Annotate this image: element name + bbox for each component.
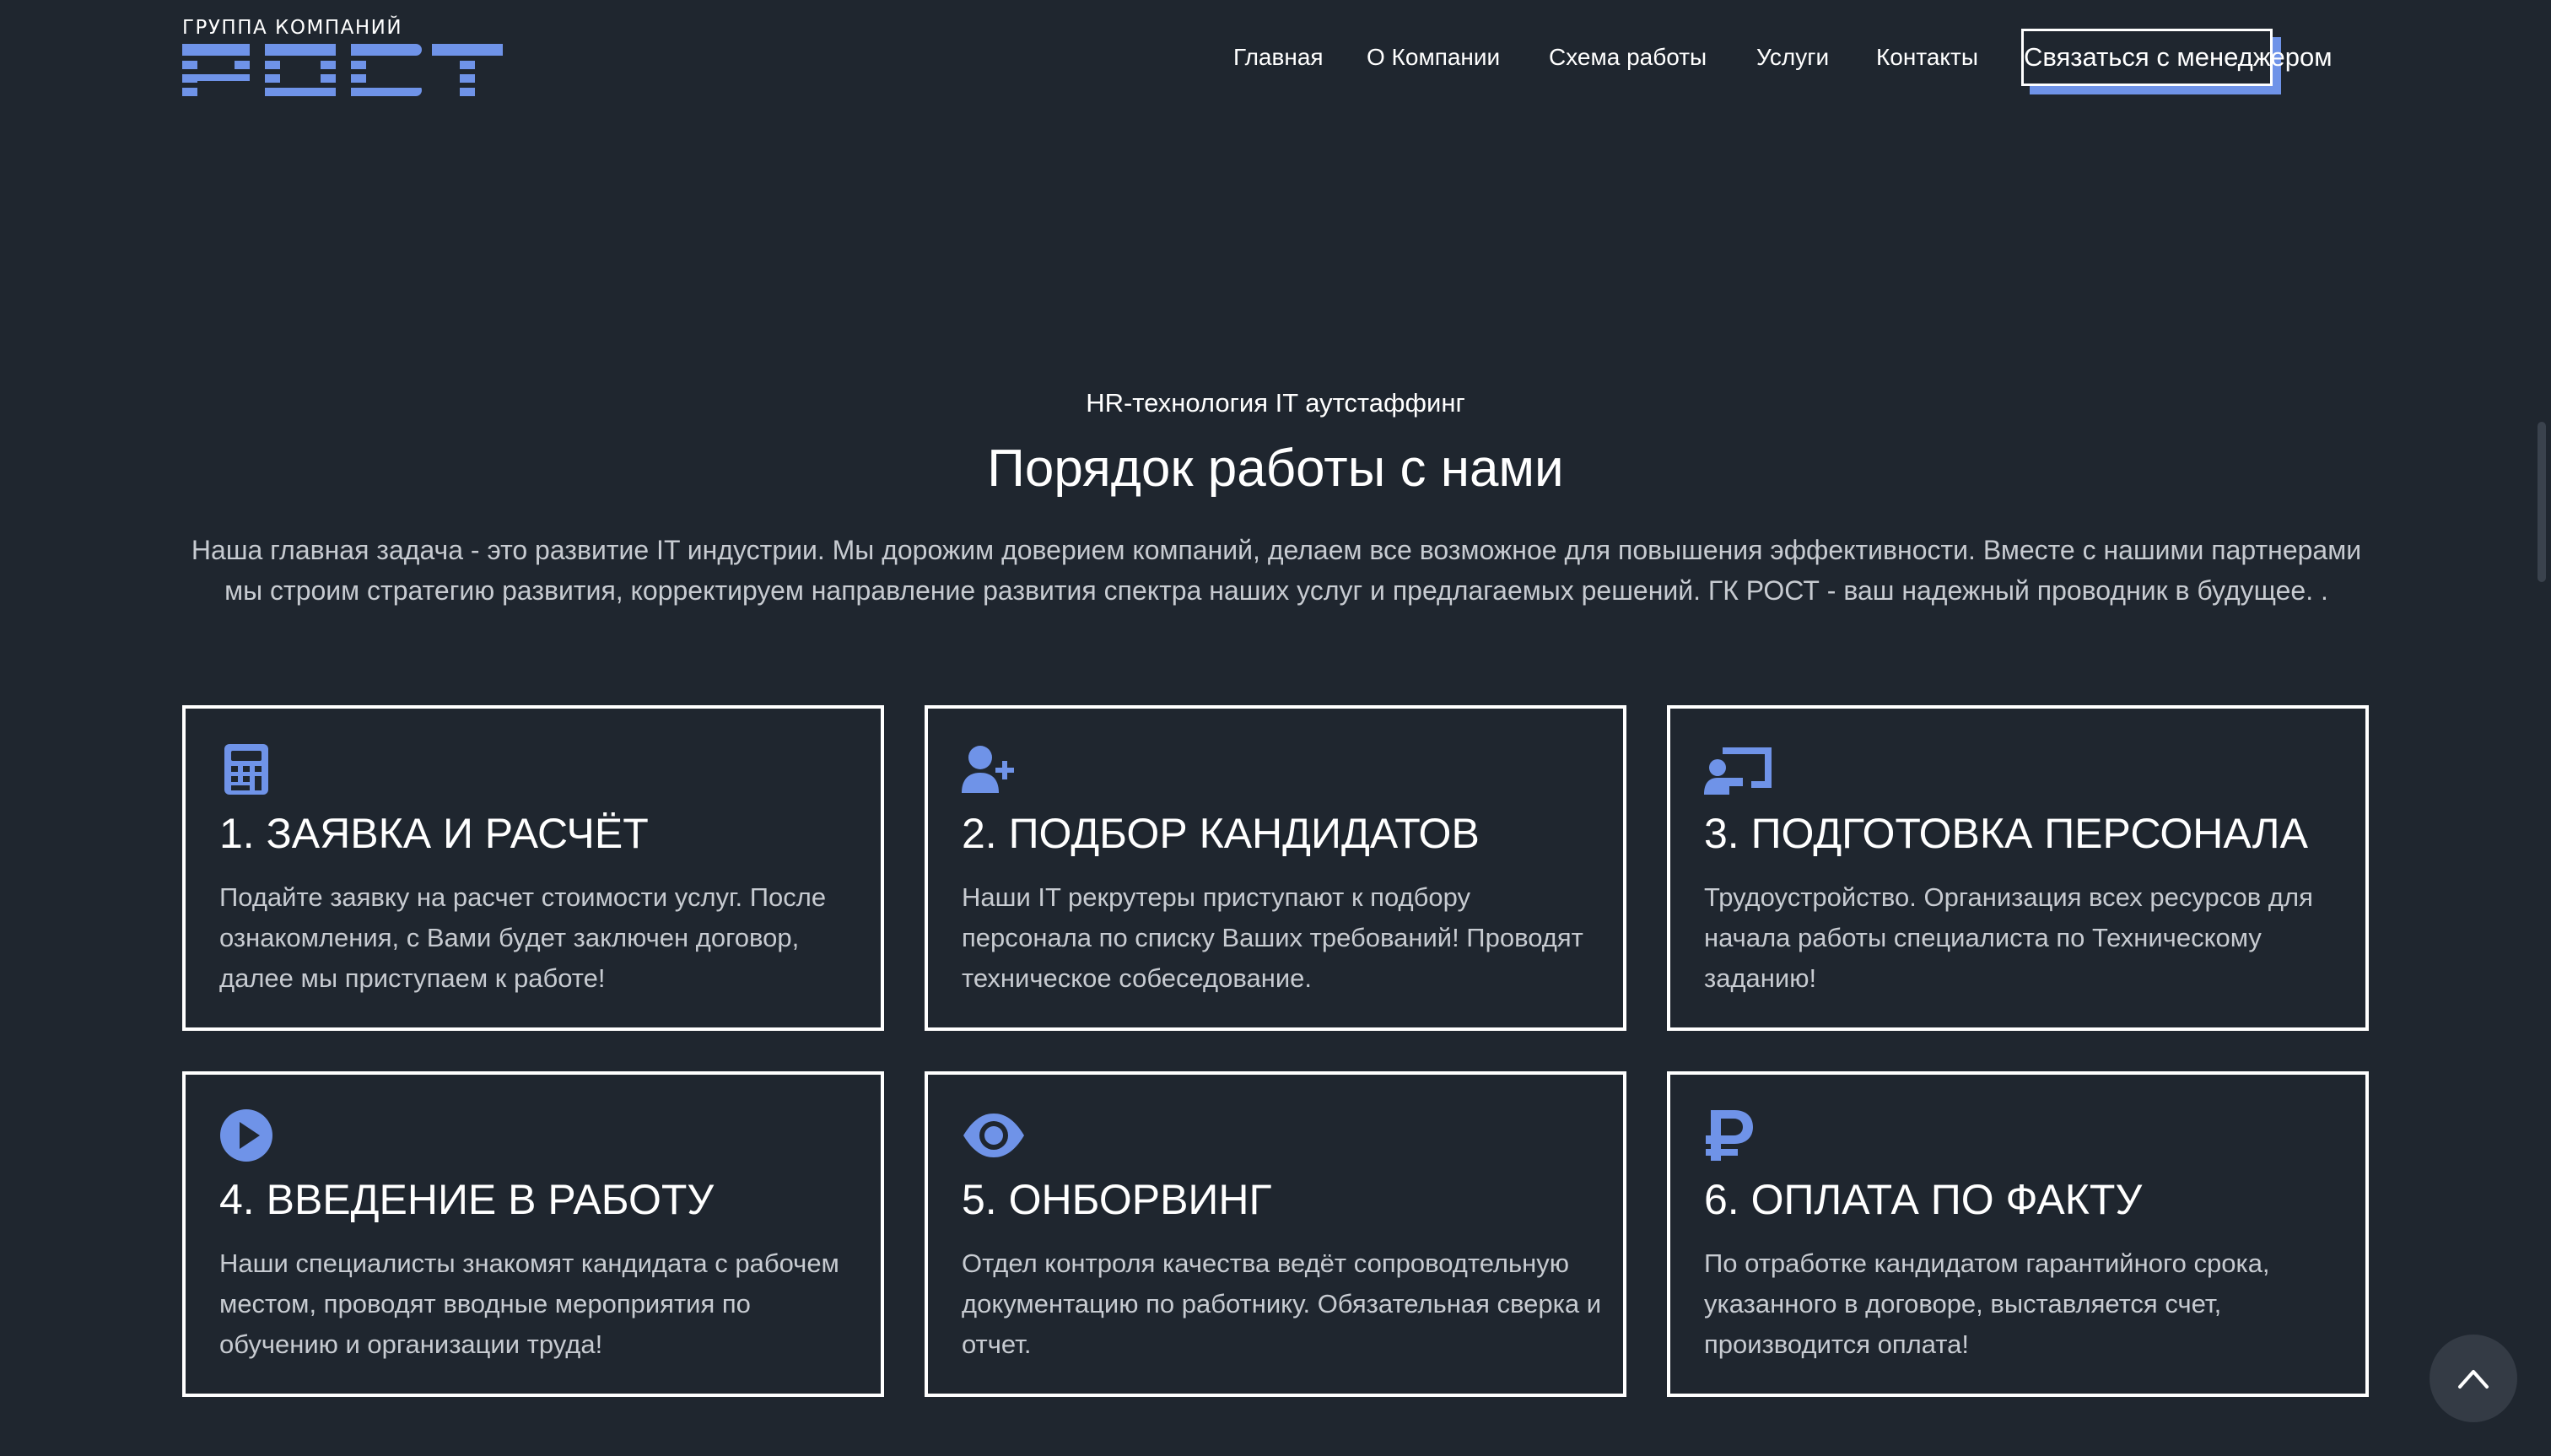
scroll-to-top-button[interactable] — [2430, 1335, 2517, 1422]
step-description: Наши IT рекрутеры приступают к подбору п… — [962, 882, 1583, 993]
chalkboard-teacher-icon — [1704, 747, 1772, 795]
logo-caption: ГРУППА КОМПАНИЙ — [182, 17, 403, 39]
nav-link-workflow[interactable]: Схема работы — [1549, 44, 1707, 71]
step-title: 2. ПОДБОР КАНДИДАТОВ — [962, 810, 1480, 857]
eye-icon — [963, 1114, 1024, 1157]
step-title: 4. ВВЕДЕНИЕ В РАБОТУ — [219, 1176, 715, 1223]
site-logo[interactable]: ГРУППА КОМПАНИЙ — [182, 17, 503, 101]
step-card: 4. ВВЕДЕНИЕ В РАБОТУ Наши специалисты зн… — [182, 1071, 884, 1397]
section-lead: Наша главная задача - это развитие IT ин… — [191, 535, 2362, 606]
step-card: 5. ОНБОРВИНГ Отдел контроля качества вед… — [925, 1071, 1626, 1397]
step-title: 5. ОНБОРВИНГ — [962, 1176, 1272, 1223]
calculator-icon — [224, 744, 268, 795]
step-description: По отработке кандидатом гарантийного сро… — [1704, 1248, 2270, 1359]
nav-link-about[interactable]: О Компании — [1367, 44, 1500, 71]
step-card: 6. ОПЛАТА ПО ФАКТУ По отработке кандидат… — [1667, 1071, 2369, 1397]
step-title: 6. ОПЛАТА ПО ФАКТУ — [1704, 1176, 2143, 1223]
step-title: 3. ПОДГОТОВКА ПЕРСОНАЛА — [1704, 810, 2308, 857]
chevron-up-icon — [2458, 1370, 2489, 1389]
section-eyebrow: HR-технология IT аутстаффинг — [1086, 388, 1465, 418]
step-card: 2. ПОДБОР КАНДИДАТОВ Наши IT рекрутеры п… — [925, 705, 1626, 1031]
nav-link-services[interactable]: Услуги — [1756, 44, 1829, 71]
step-description: Подайте заявку на расчет стоимости услуг… — [219, 882, 827, 993]
step-description: Отдел контроля качества ведёт сопроводте… — [962, 1248, 1602, 1359]
contact-manager-button[interactable]: Связаться с менеджером — [2021, 29, 2333, 86]
site-header: ГРУППА КОМПАНИЙ Главная О Компании Схема… — [0, 0, 2551, 118]
step-card: 3. ПОДГОТОВКА ПЕРСОНАЛА Трудоустройство.… — [1667, 705, 2369, 1031]
step-card: 1. ЗАЯВКА И РАСЧЁТ Подайте заявку на рас… — [182, 705, 884, 1031]
nav-link-home[interactable]: Главная — [1233, 44, 1324, 71]
step-title: 1. ЗАЯВКА И РАСЧЁТ — [219, 810, 649, 857]
play-circle-icon — [220, 1109, 272, 1162]
nav-link-contacts[interactable]: Контакты — [1876, 44, 1978, 71]
step-description: Трудоустройство. Организация всех ресурс… — [1704, 882, 2313, 993]
logo-wordmark — [182, 44, 503, 96]
step-description: Наши специалисты знакомят кандидата с ра… — [219, 1248, 839, 1359]
page-scrollbar[interactable] — [2538, 422, 2546, 582]
user-plus-icon — [962, 746, 1014, 793]
section-title: Порядок работы с нами — [987, 439, 1564, 498]
ruble-icon — [1706, 1110, 1753, 1161]
